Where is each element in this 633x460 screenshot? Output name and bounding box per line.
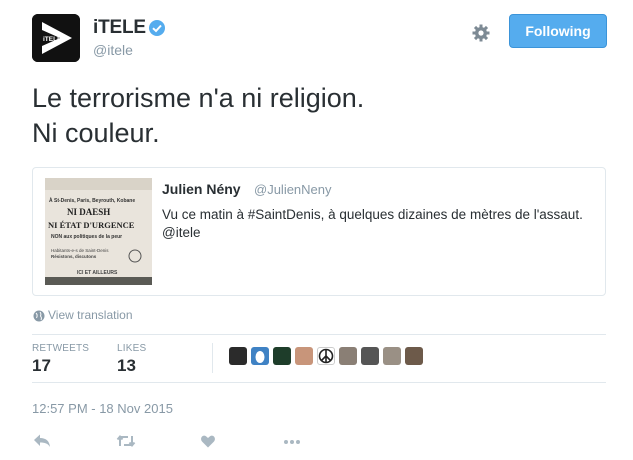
- likes-label: LIKES: [117, 343, 147, 354]
- liker-avatar-egg-icon: [255, 351, 265, 363]
- reply-icon[interactable]: [33, 433, 51, 449]
- svg-text:iTELE: iTELE: [43, 36, 62, 43]
- svg-text:Résistons, discutons: Résistons, discutons: [51, 254, 97, 259]
- svg-text:Habitants-e-s de Saint-Denis: Habitants-e-s de Saint-Denis: [51, 248, 109, 253]
- liker-avatar[interactable]: [361, 347, 379, 365]
- svg-text:NI DAESH: NI DAESH: [67, 207, 110, 217]
- liker-avatar[interactable]: [339, 347, 357, 365]
- svg-text:NON aux politiques de la peur: NON aux politiques de la peur: [51, 234, 122, 240]
- gear-icon[interactable]: [472, 24, 490, 42]
- verified-badge-icon: [149, 20, 165, 36]
- like-icon[interactable]: [200, 433, 216, 449]
- more-icon[interactable]: [283, 433, 301, 449]
- quoted-tweet-text: Vu ce matin à #SaintDenis, à quelques di…: [162, 207, 583, 240]
- likes-count[interactable]: 13: [117, 356, 136, 376]
- view-translation-link[interactable]: View translation: [48, 308, 133, 322]
- liker-avatar[interactable]: [251, 347, 269, 365]
- liker-avatar[interactable]: [317, 347, 335, 365]
- quoted-author-name[interactable]: Julien Nény: [162, 181, 241, 197]
- liker-avatar[interactable]: [273, 347, 291, 365]
- stats-separator: [212, 343, 213, 373]
- divider: [32, 382, 606, 383]
- quoted-author-handle[interactable]: @JulienNeny: [254, 182, 332, 197]
- account-avatar[interactable]: iTELE: [32, 14, 80, 62]
- display-name[interactable]: iTELE: [93, 17, 146, 39]
- following-button[interactable]: Following: [509, 14, 607, 48]
- svg-text:ICI ET AILLEURS: ICI ET AILLEURS: [77, 270, 118, 276]
- svg-text:À St-Denis, Paris, Beyrouth, K: À St-Denis, Paris, Beyrouth, Kobane: [49, 197, 135, 204]
- tweet-text: Le terrorisme n'a ni religion. Ni couleu…: [32, 83, 365, 148]
- tweet-timestamp[interactable]: 12:57 PM - 18 Nov 2015: [32, 401, 173, 416]
- retweets-label: RETWEETS: [32, 343, 90, 354]
- svg-text:NI ÉTAT D'URGENCE: NI ÉTAT D'URGENCE: [48, 220, 135, 230]
- liker-avatar[interactable]: [405, 347, 423, 365]
- poster-photo: À St-Denis, Paris, Beyrouth, Kobane NI D…: [45, 178, 152, 285]
- globe-icon: [33, 310, 45, 322]
- quoted-tweet-image[interactable]: À St-Denis, Paris, Beyrouth, Kobane NI D…: [45, 178, 152, 285]
- retweets-count[interactable]: 17: [32, 356, 51, 376]
- account-handle[interactable]: @itele: [93, 42, 133, 58]
- retweet-icon[interactable]: [116, 433, 136, 449]
- itele-logo: iTELE: [32, 14, 80, 62]
- peace-sign-icon: [318, 348, 334, 364]
- liker-avatar[interactable]: [295, 347, 313, 365]
- divider: [32, 334, 606, 335]
- liker-avatar[interactable]: [229, 347, 247, 365]
- liker-avatar[interactable]: [383, 347, 401, 365]
